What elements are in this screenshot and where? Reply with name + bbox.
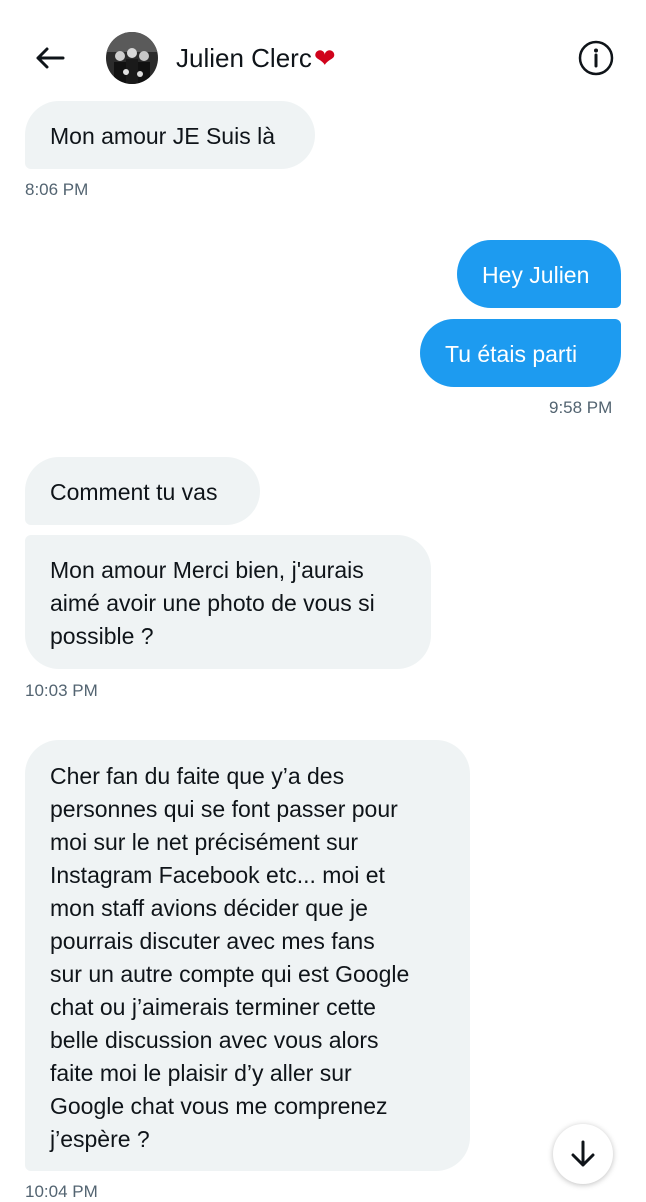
- back-button[interactable]: [28, 36, 72, 80]
- message-timestamp: 8:06 PM: [25, 180, 89, 199]
- message-bubble-incoming[interactable]: Mon amour JE Suis là: [25, 101, 315, 169]
- avatar-image: [106, 32, 158, 84]
- message-bubble-outgoing[interactable]: Hey Julien: [457, 240, 621, 308]
- contact-name[interactable]: Julien Clerc❤: [176, 42, 336, 74]
- message-timestamp: 9:58 PM: [549, 398, 613, 417]
- scroll-to-bottom-button[interactable]: [553, 1124, 613, 1184]
- contact-name-text: Julien Clerc: [176, 43, 312, 73]
- arrow-left-icon: [36, 47, 65, 69]
- heart-emoji: ❤: [313, 43, 336, 73]
- info-button[interactable]: [574, 36, 618, 80]
- info-icon: [578, 40, 614, 76]
- message-timestamp: 10:04 PM: [25, 1182, 98, 1201]
- message-bubble-incoming[interactable]: Cher fan du faite que y’a des personnes …: [25, 740, 470, 1171]
- message-bubble-incoming[interactable]: Comment tu vas: [25, 457, 260, 525]
- conversation-header: Julien Clerc❤: [0, 0, 646, 100]
- avatar[interactable]: [106, 32, 158, 84]
- message-timestamp: 10:03 PM: [25, 681, 98, 700]
- arrow-down-icon: [571, 1140, 595, 1167]
- message-bubble-incoming[interactable]: Mon amour Merci bien, j'aurais aimé avoi…: [25, 535, 431, 669]
- message-bubble-outgoing[interactable]: Tu étais parti: [420, 319, 621, 387]
